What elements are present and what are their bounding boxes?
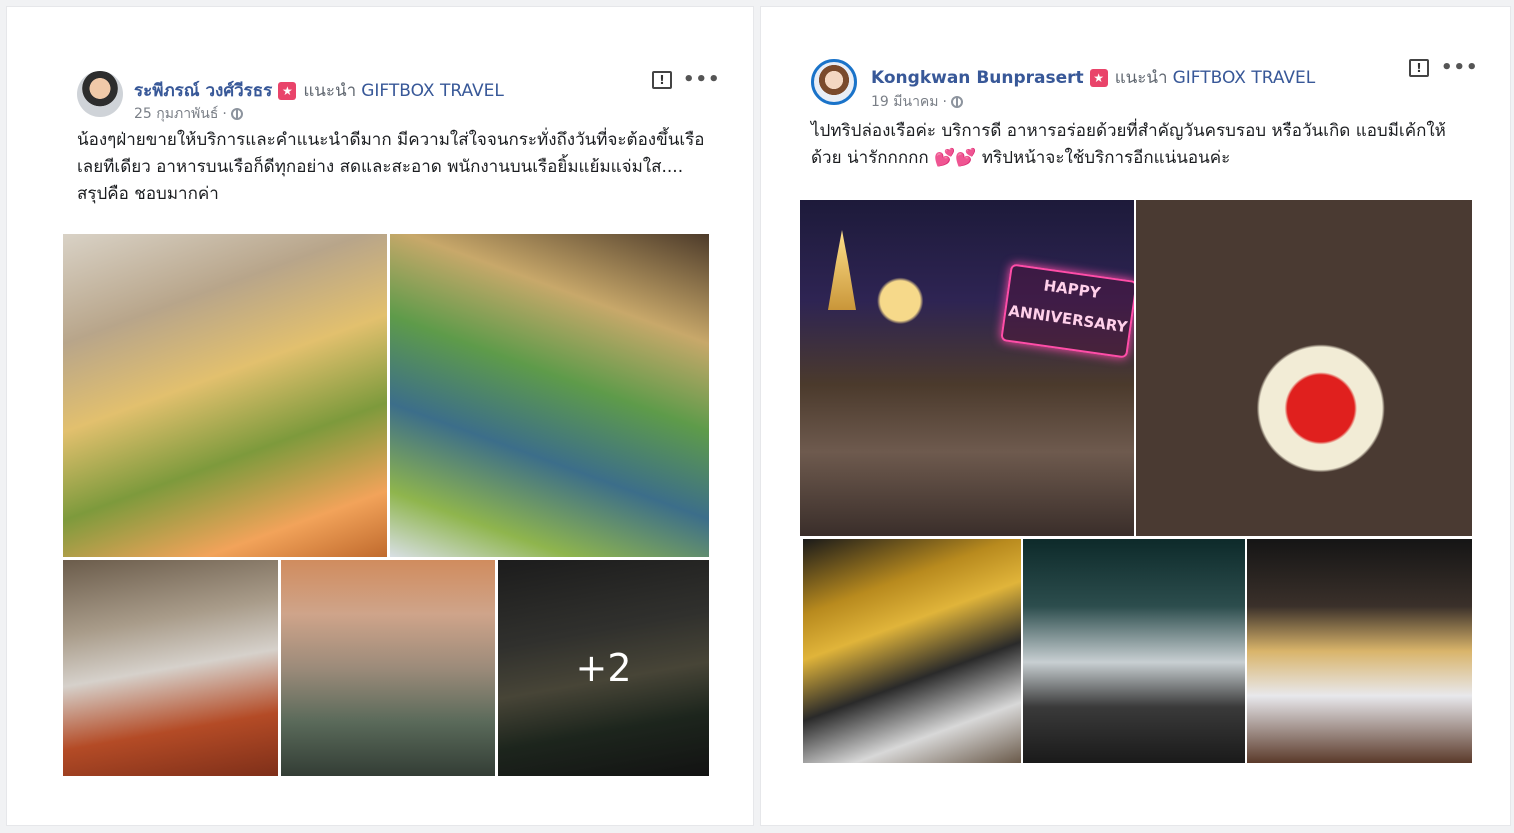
more-options-icon[interactable]: ••• bbox=[683, 69, 721, 90]
anniversary-sign: HAPPY ANNIVERSARY bbox=[1000, 263, 1134, 359]
recommends-label: แนะนำ bbox=[1114, 68, 1168, 88]
post-meta: 19 มีนาคม · bbox=[871, 91, 963, 113]
globe-icon bbox=[230, 108, 243, 120]
temple-shape bbox=[828, 230, 856, 310]
more-options-icon[interactable]: ••• bbox=[1441, 57, 1479, 78]
recommend-star-icon: ★ bbox=[1089, 68, 1108, 87]
globe-icon bbox=[950, 96, 963, 108]
page-name-link[interactable]: GIFTBOX TRAVEL bbox=[1173, 68, 1316, 88]
meta-separator: · bbox=[942, 94, 947, 110]
post-photo-hot-dishes[interactable] bbox=[63, 560, 278, 776]
post-header: Kongkwan Bunprasert ★ แนะนำ GIFTBOX TRAV… bbox=[871, 64, 1315, 91]
post-date-link[interactable]: 19 มีนาคม bbox=[871, 91, 939, 113]
post-text: ไปทริปล่องเรือค่ะ บริการดี อาหารอร่อยด้ว… bbox=[811, 121, 1446, 168]
author-avatar[interactable] bbox=[811, 59, 857, 105]
post-meta: 25 กุมภาพันธ์ · bbox=[134, 103, 243, 125]
review-post-card: Kongkwan Bunprasert ★ แนะนำ GIFTBOX TRAV… bbox=[760, 6, 1511, 826]
author-name-link[interactable]: Kongkwan Bunprasert bbox=[871, 68, 1084, 88]
post-photo-sushi[interactable]: +2 bbox=[498, 560, 709, 776]
review-post-card: ระพีภรณ์ วงศ์วีรธร ★ แนะนำ GIFTBOX TRAVE… bbox=[6, 6, 754, 826]
report-icon[interactable]: ! bbox=[1409, 59, 1429, 77]
post-photo-cake[interactable] bbox=[1136, 200, 1472, 536]
more-photos-overlay[interactable]: +2 bbox=[498, 560, 709, 776]
recommend-star-icon: ★ bbox=[278, 81, 297, 100]
post-date-link[interactable]: 25 กุมภาพันธ์ bbox=[134, 103, 218, 125]
post-photo-bridge[interactable] bbox=[803, 539, 1021, 763]
report-icon[interactable]: ! bbox=[652, 71, 672, 89]
post-photo-buffet[interactable] bbox=[63, 234, 387, 557]
post-photo-performers[interactable] bbox=[1247, 539, 1472, 763]
recommends-label: แนะนำ bbox=[303, 81, 357, 101]
post-photo-seafood[interactable] bbox=[281, 560, 495, 776]
post-header: ระพีภรณ์ วงศ์วีรธร ★ แนะนำ GIFTBOX TRAVE… bbox=[134, 77, 504, 104]
meta-separator: · bbox=[222, 106, 227, 122]
post-photo-deck[interactable] bbox=[1023, 539, 1245, 763]
author-avatar[interactable] bbox=[77, 71, 123, 117]
page-name-link[interactable]: GIFTBOX TRAVEL bbox=[361, 81, 504, 101]
author-name-link[interactable]: ระพีภรณ์ วงศ์วีรธร bbox=[134, 77, 272, 104]
post-text: น้องๆฝ่ายขายให้บริการและคำแนะนำดีมาก มีค… bbox=[77, 130, 705, 204]
post-photo-anniversary-dinner[interactable]: HAPPY ANNIVERSARY bbox=[800, 200, 1134, 536]
post-photo-salads[interactable] bbox=[390, 234, 709, 557]
